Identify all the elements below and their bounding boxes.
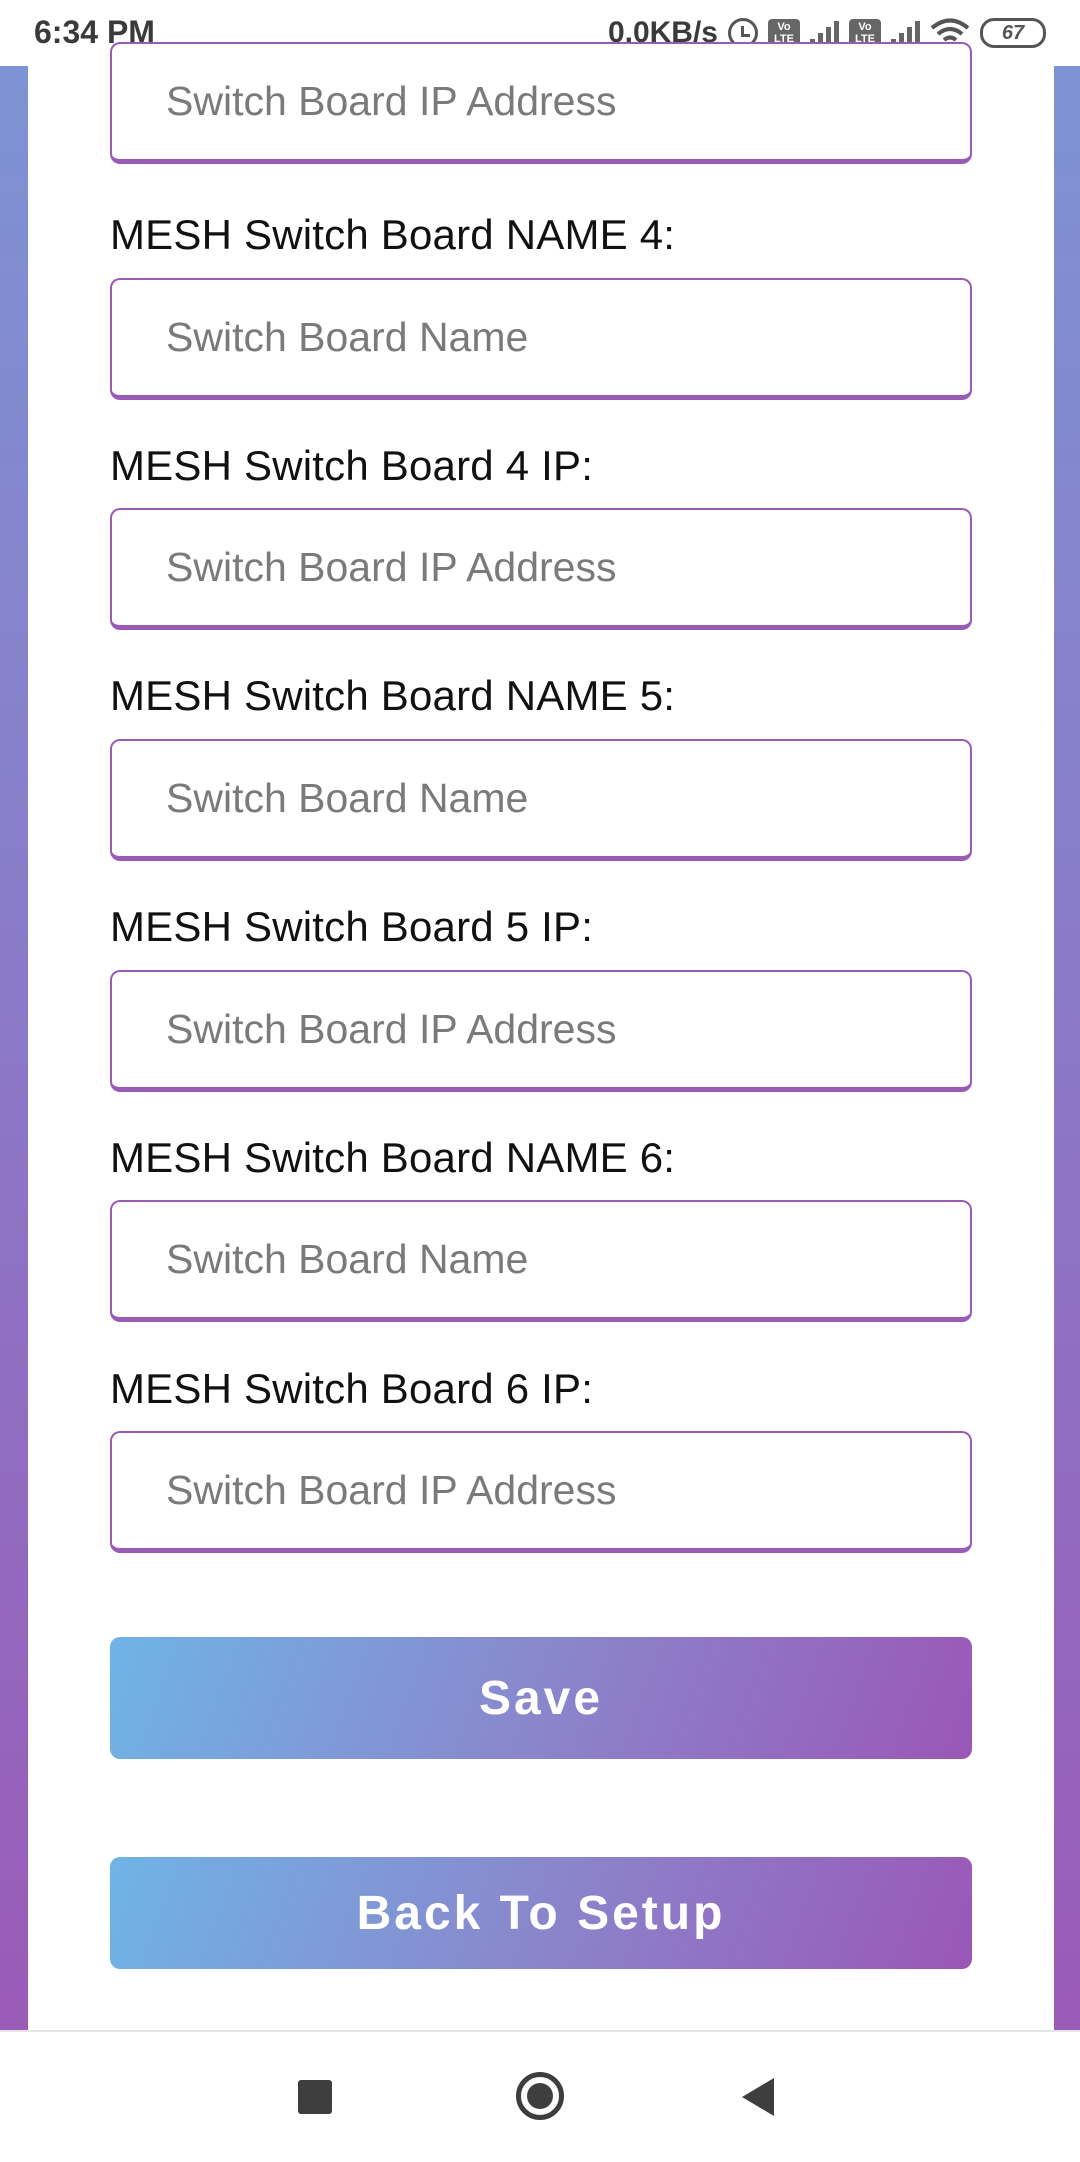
switch-board-name-4-input[interactable] [110,278,972,400]
switch-board-3-ip-input[interactable] [110,42,972,164]
mesh-switch-board-name-5-label: MESH Switch Board NAME 5: [110,672,676,719]
mesh-switch-board-name-4-label: MESH Switch Board NAME 4: [110,211,676,258]
switch-board-name-5-input[interactable] [110,739,972,861]
navigation-bar [0,2030,1080,2160]
battery-icon: 67 [980,18,1046,48]
mesh-switch-board-5-ip-label: MESH Switch Board 5 IP: [110,903,594,950]
back-icon [742,2078,774,2116]
home-button[interactable] [480,2032,600,2162]
mesh-switch-board-4-ip-label: MESH Switch Board 4 IP: [110,442,594,489]
home-icon [516,2072,564,2120]
mesh-switch-board-6-ip-label: MESH Switch Board 6 IP: [110,1365,594,1412]
switch-board-name-6-input[interactable] [110,1200,972,1322]
recents-icon [298,2080,332,2114]
back-to-setup-button[interactable]: Back To Setup [110,1857,972,1969]
back-button[interactable] [700,2032,820,2162]
switch-board-5-ip-input[interactable] [110,970,972,1092]
recents-button[interactable] [256,2032,376,2162]
mesh-switch-board-name-6-label: MESH Switch Board NAME 6: [110,1134,676,1181]
switch-board-6-ip-input[interactable] [110,1431,972,1553]
switch-board-4-ip-input[interactable] [110,508,972,630]
save-button[interactable]: Save [110,1637,972,1759]
